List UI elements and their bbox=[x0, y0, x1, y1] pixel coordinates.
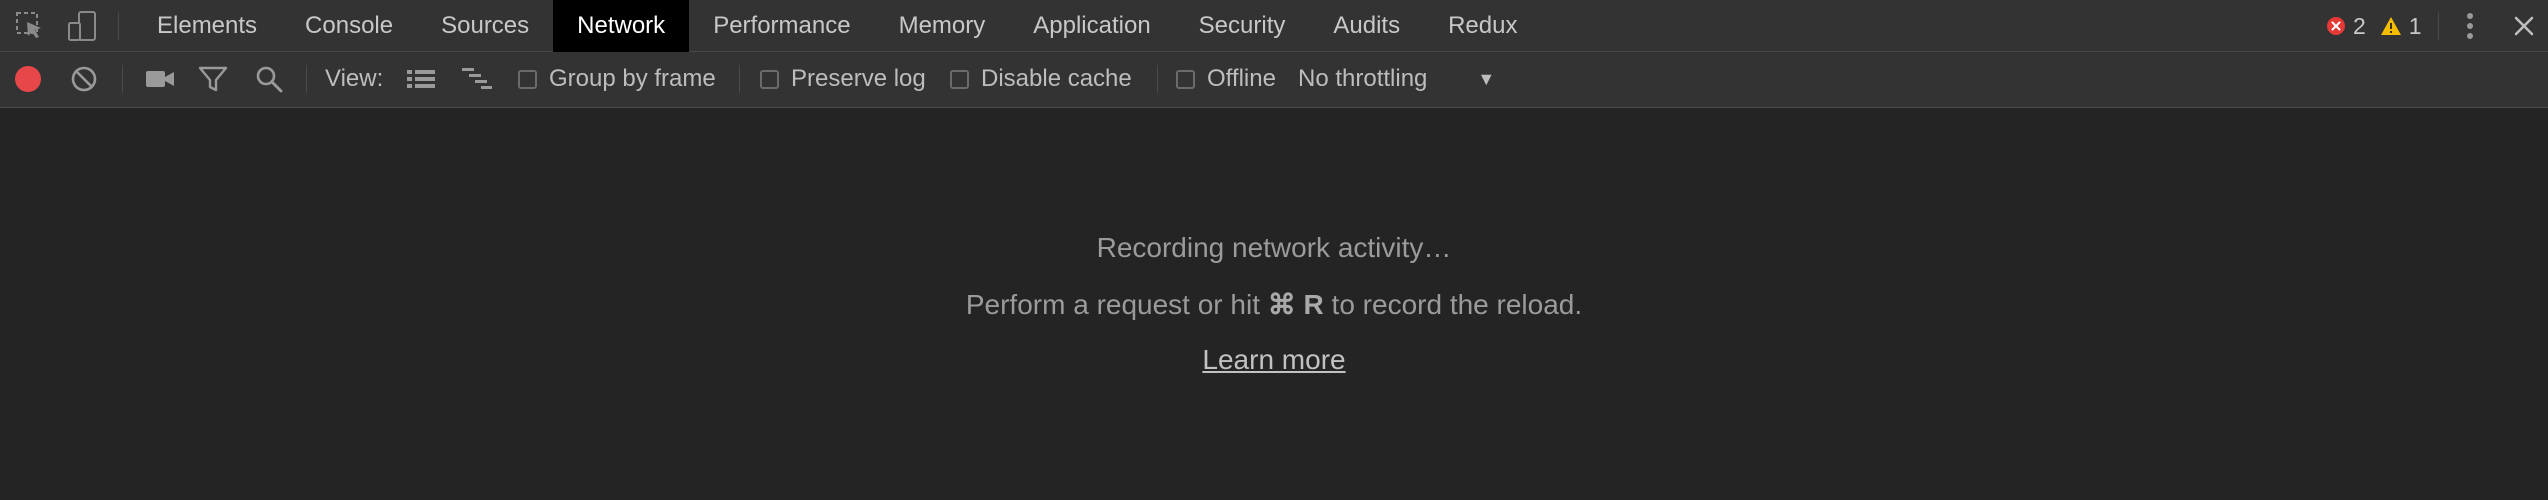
checkbox-box bbox=[518, 69, 537, 89]
preserve-log-label: Preserve log bbox=[791, 65, 926, 92]
offline-label: Offline bbox=[1207, 65, 1276, 92]
error-count: 2 bbox=[2353, 12, 2366, 39]
network-toolbar: View: Group by frame Preserve log Disabl… bbox=[0, 52, 2548, 108]
inspect-element-icon[interactable] bbox=[12, 0, 48, 52]
reload-hint: Perform a request or hit ⌘ R to record t… bbox=[0, 288, 2548, 321]
record-icon[interactable] bbox=[12, 52, 44, 106]
toolbar-divider bbox=[306, 65, 307, 93]
tab-memory[interactable]: Memory bbox=[875, 0, 1010, 52]
tab-console[interactable]: Console bbox=[281, 0, 417, 52]
capture-screenshots-icon[interactable] bbox=[142, 52, 178, 106]
toolbar-divider bbox=[1157, 65, 1158, 93]
panel-tabs: Elements Console Sources Network Perform… bbox=[133, 0, 1541, 52]
tab-redux[interactable]: Redux bbox=[1424, 0, 1541, 52]
warning-icon bbox=[2380, 17, 2401, 35]
disable-cache-label: Disable cache bbox=[981, 65, 1132, 92]
warning-count: 1 bbox=[2408, 12, 2422, 39]
tab-network[interactable]: Network bbox=[553, 0, 690, 52]
tab-security[interactable]: Security bbox=[1175, 0, 1310, 52]
group-by-frame-checkbox[interactable]: Group by frame bbox=[518, 52, 716, 106]
learn-more-link[interactable]: Learn more bbox=[1202, 344, 1345, 375]
search-icon[interactable] bbox=[252, 52, 286, 106]
tab-audits[interactable]: Audits bbox=[1309, 0, 1424, 52]
devtools-tab-bar: Elements Console Sources Network Perform… bbox=[0, 0, 2548, 52]
tab-sources[interactable]: Sources bbox=[417, 0, 553, 52]
tab-performance[interactable]: Performance bbox=[689, 0, 874, 52]
toolbar-divider bbox=[2438, 12, 2439, 40]
offline-checkbox[interactable]: Offline bbox=[1176, 52, 1276, 106]
throttling-value: No throttling bbox=[1298, 65, 1428, 92]
reload-hint-suffix: to record the reload. bbox=[1323, 289, 1583, 320]
disable-cache-checkbox[interactable]: Disable cache bbox=[950, 52, 1132, 106]
preserve-log-checkbox[interactable]: Preserve log bbox=[760, 52, 926, 106]
tab-application[interactable]: Application bbox=[1009, 0, 1174, 52]
reload-hint-prefix: Perform a request or hit bbox=[965, 289, 1268, 320]
clear-icon[interactable] bbox=[68, 52, 100, 106]
devtools-window: Elements Console Sources Network Perform… bbox=[0, 0, 2548, 500]
device-toolbar-icon[interactable] bbox=[64, 0, 100, 52]
toolbar-divider bbox=[118, 12, 119, 40]
overview-icon[interactable] bbox=[460, 52, 494, 106]
toolbar-divider bbox=[122, 65, 123, 93]
tab-elements[interactable]: Elements bbox=[133, 0, 281, 52]
reload-shortcut: ⌘ R bbox=[1267, 289, 1324, 320]
large-request-rows-icon[interactable] bbox=[404, 52, 438, 106]
error-icon bbox=[2327, 17, 2345, 35]
view-label: View: bbox=[325, 65, 384, 92]
filter-icon[interactable] bbox=[196, 52, 230, 106]
checkbox-box bbox=[950, 69, 969, 89]
checkbox-box bbox=[1176, 69, 1195, 89]
caret-down-icon: ▼ bbox=[1477, 68, 1496, 89]
group-by-frame-label: Group by frame bbox=[549, 65, 716, 92]
checkbox-box bbox=[760, 69, 779, 89]
toolbar-divider bbox=[739, 65, 740, 93]
console-status[interactable]: 2 1 bbox=[2326, 0, 2422, 52]
throttling-select[interactable]: No throttling ▼ bbox=[1298, 52, 1495, 106]
kebab-menu-icon[interactable] bbox=[2452, 0, 2488, 52]
close-icon[interactable] bbox=[2506, 0, 2542, 52]
recording-message: Recording network activity… bbox=[1096, 232, 1452, 263]
network-empty-state: Recording network activity… Perform a re… bbox=[0, 108, 2548, 500]
